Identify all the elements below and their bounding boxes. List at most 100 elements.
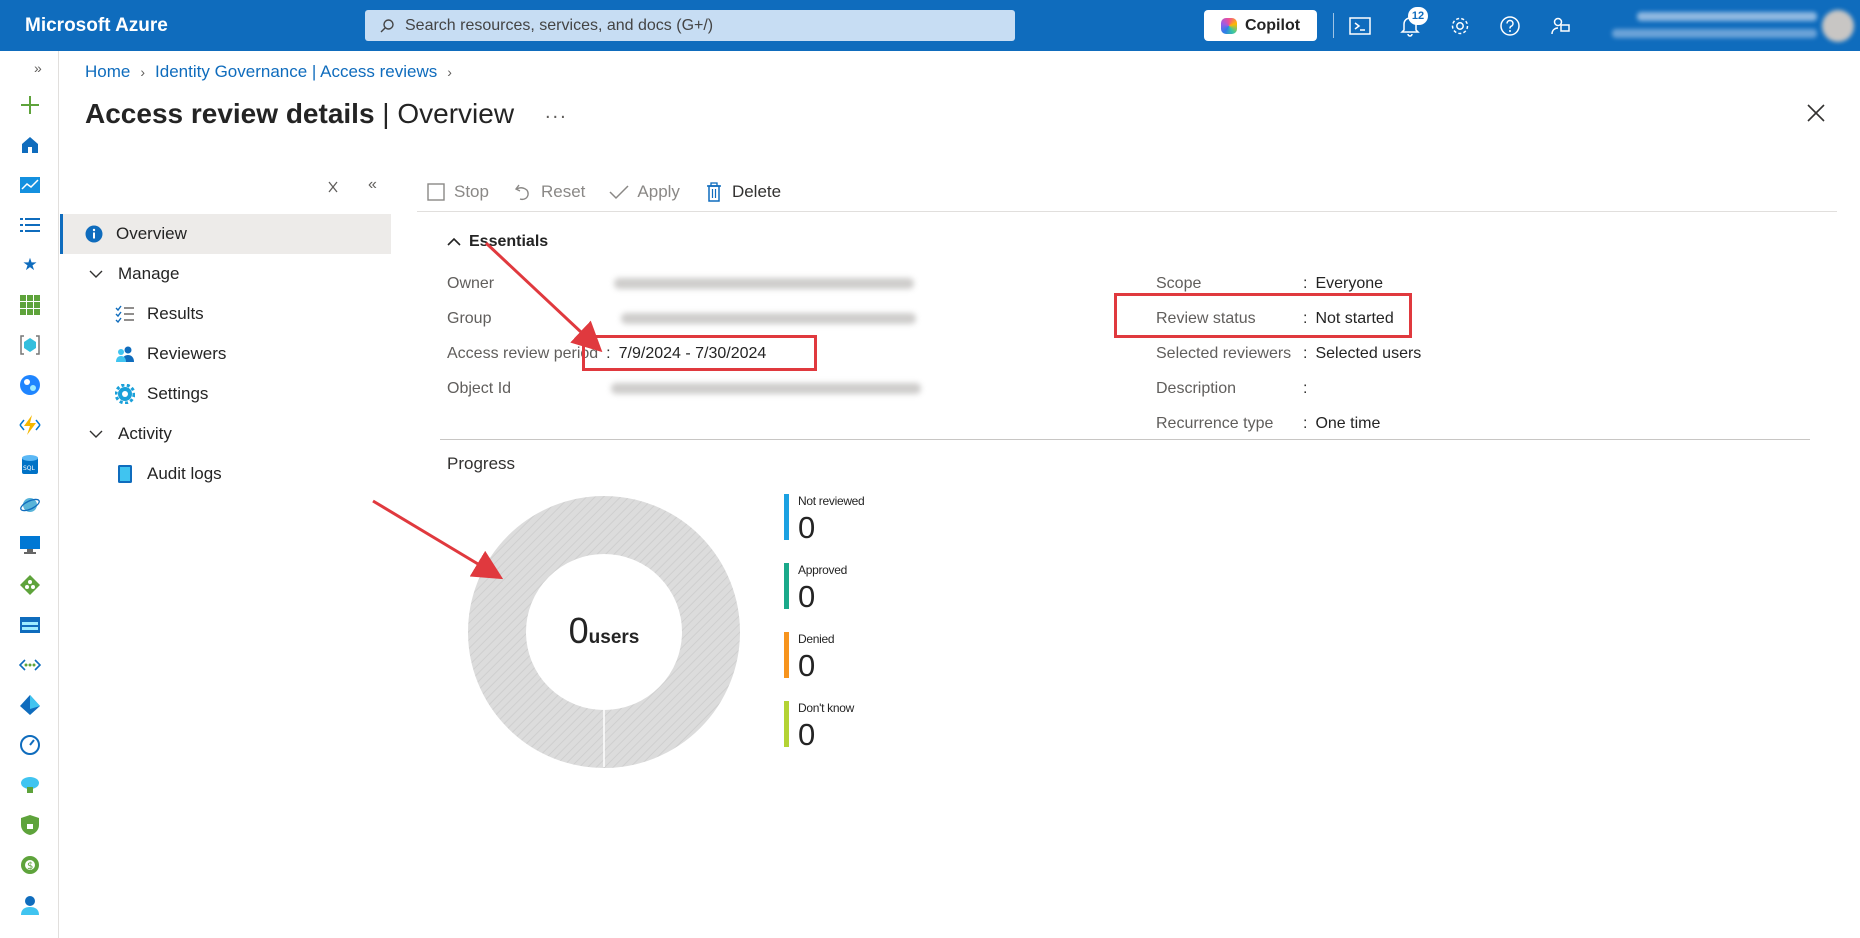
group-value-redacted	[621, 313, 917, 324]
resource-menu: Overview Manage Results Reviewers Settin…	[60, 214, 391, 494]
nav-group-activity[interactable]: Activity	[60, 414, 391, 454]
scope-label: Scope	[1156, 275, 1202, 292]
nav-label: Audit logs	[147, 464, 222, 483]
progress-total-count: 0	[568, 610, 589, 651]
legend-dont-know: Don't know 0	[784, 701, 984, 752]
legend-denied: Denied 0	[784, 632, 984, 683]
expand-menu-icon[interactable]: »	[34, 60, 42, 76]
recurrence-type-value: One time	[1315, 415, 1381, 432]
legend-not-reviewed: Not reviewed 0	[784, 494, 984, 545]
legend-value: 0	[798, 648, 816, 683]
nav-item-results[interactable]: Results	[60, 294, 391, 334]
top-bar: Microsoft Azure Search resources, servic…	[0, 0, 1860, 51]
period-label: Access review period	[447, 345, 599, 362]
virtual-networks-icon[interactable]	[18, 653, 42, 677]
owner-label: Owner	[447, 275, 495, 292]
chevron-up-icon	[447, 237, 461, 246]
group-label: Group	[447, 310, 492, 327]
legend-swatch	[784, 563, 789, 609]
progress-total-unit: users	[588, 627, 640, 648]
legend-swatch	[784, 632, 789, 678]
gear-icon[interactable]	[1447, 13, 1473, 39]
checkmark-icon	[609, 182, 629, 202]
legend-label: Approved	[798, 563, 847, 577]
sql-database-icon[interactable]: SQL	[18, 453, 42, 477]
resource-groups-icon[interactable]	[18, 333, 42, 357]
gear-icon	[115, 384, 135, 404]
page-title: Access review details | Overview	[85, 98, 514, 130]
description-label: Description	[1156, 380, 1237, 397]
cloud-shell-icon[interactable]	[1347, 13, 1373, 39]
object-id-value-redacted	[611, 383, 922, 394]
load-balancer-icon[interactable]	[18, 573, 42, 597]
legend-value: 0	[798, 579, 816, 614]
nav-item-settings[interactable]: Settings	[60, 374, 391, 414]
chevron-right-icon: ›	[447, 64, 452, 80]
function-app-icon[interactable]	[18, 413, 42, 437]
recurrence-type-label: Recurrence type	[1156, 415, 1274, 432]
monitor-icon[interactable]	[18, 733, 42, 757]
apply-label: Apply	[637, 181, 680, 201]
stop-label: Stop	[454, 181, 489, 201]
create-resource-icon[interactable]	[18, 93, 42, 117]
undo-icon	[513, 182, 533, 202]
favorites-icon[interactable]: ★	[18, 253, 42, 277]
nav-group-manage[interactable]: Manage	[60, 254, 391, 294]
security-center-icon[interactable]	[18, 813, 42, 837]
apply-button[interactable]: Apply	[609, 182, 680, 202]
breadcrumb: Home › Identity Governance | Access revi…	[85, 62, 452, 82]
legend-label: Denied	[798, 632, 835, 646]
copilot-button[interactable]: Copilot	[1204, 10, 1317, 41]
selected-reviewers-value: Selected users	[1315, 345, 1422, 362]
reset-button[interactable]: Reset	[513, 182, 585, 202]
account-menu[interactable]	[1592, 0, 1860, 51]
more-actions-button[interactable]: ...	[545, 101, 568, 124]
cosmos-db-icon[interactable]	[18, 493, 42, 517]
search-placeholder: Search resources, services, and docs (G+…	[405, 16, 714, 34]
breadcrumb-home[interactable]: Home	[85, 62, 130, 82]
feedback-icon[interactable]	[1547, 13, 1573, 39]
help-support-icon[interactable]	[18, 893, 42, 917]
app-services-icon[interactable]	[18, 373, 42, 397]
advisor-icon[interactable]	[18, 773, 42, 797]
essentials-recurrence-type: Recurrence type : One time	[1156, 415, 1381, 432]
home-icon[interactable]	[18, 133, 42, 157]
essentials-toggle[interactable]: Essentials	[447, 233, 548, 251]
nav-label: Manage	[118, 264, 180, 283]
search-input[interactable]: Search resources, services, and docs (G+…	[365, 10, 1015, 41]
page-title-main: Access review details	[85, 98, 375, 129]
brand-title[interactable]: Microsoft Azure	[25, 15, 365, 37]
object-id-label: Object Id	[447, 380, 512, 397]
close-icon[interactable]	[1806, 103, 1826, 123]
help-icon[interactable]	[1497, 13, 1523, 39]
progress-title: Progress	[447, 454, 516, 473]
annotation-highlight-period	[582, 335, 817, 371]
collapse-all-icon[interactable]	[327, 180, 339, 199]
nav-label: Overview	[116, 224, 187, 243]
dashboard-icon[interactable]	[18, 173, 42, 197]
cost-management-icon[interactable]: $	[18, 853, 42, 877]
info-icon	[84, 224, 104, 244]
nav-item-audit-logs[interactable]: Audit logs	[60, 454, 391, 494]
annotation-highlight-review-status	[1114, 293, 1412, 338]
delete-button[interactable]: Delete	[704, 182, 781, 202]
entra-id-icon[interactable]	[18, 693, 42, 717]
essentials-owner: Owner	[447, 275, 915, 293]
stop-button[interactable]: Stop	[426, 182, 489, 202]
copilot-icon	[1220, 17, 1237, 34]
checklist-icon	[115, 304, 135, 324]
nav-label: Results	[147, 304, 204, 323]
collapse-menu-icon[interactable]: «	[368, 176, 377, 194]
breadcrumb-access-reviews[interactable]: Identity Governance | Access reviews	[155, 62, 437, 82]
all-resources-icon[interactable]	[18, 293, 42, 317]
page-title-sub: Overview	[397, 98, 515, 129]
chevron-right-icon: ›	[140, 64, 146, 80]
storage-accounts-icon[interactable]	[18, 613, 42, 637]
trash-icon	[704, 181, 724, 202]
command-bar: Stop Reset Apply Delete	[417, 172, 1837, 212]
all-services-icon[interactable]	[18, 213, 42, 237]
virtual-machines-icon[interactable]	[18, 533, 42, 557]
nav-item-overview[interactable]: Overview	[60, 214, 391, 254]
legend-value: 0	[798, 717, 816, 752]
nav-item-reviewers[interactable]: Reviewers	[60, 334, 391, 374]
